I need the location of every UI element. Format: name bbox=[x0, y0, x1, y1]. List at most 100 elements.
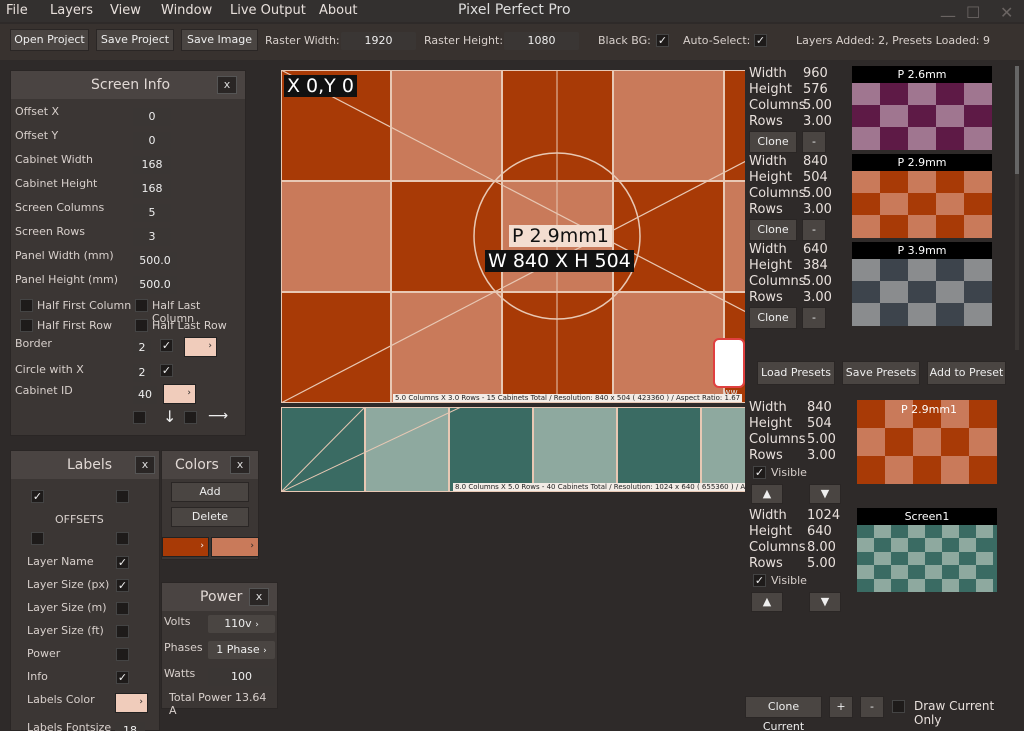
layer-p29[interactable]: X 0,Y 0 P 2.9mm1 W 840 X H 504 5.0 Colum… bbox=[281, 70, 745, 403]
screen-columns-input[interactable]: 5 bbox=[133, 204, 171, 222]
cabinet-width-input[interactable]: 168 bbox=[133, 156, 171, 174]
screen-info-close-button[interactable]: x bbox=[217, 76, 237, 94]
preset-2-rows: 3.00 bbox=[803, 202, 832, 217]
preset-1-thumbnail[interactable]: P 2.6mm bbox=[852, 66, 992, 150]
preset-2-thumbnail[interactable]: P 2.9mm bbox=[852, 154, 992, 238]
preset-3-columns-label: Columns bbox=[749, 274, 806, 289]
minimize-icon[interactable]: — bbox=[940, 6, 956, 25]
border-color-swatch[interactable]: › bbox=[184, 337, 217, 357]
power-close-button[interactable]: x bbox=[249, 588, 269, 606]
layout-canvas[interactable]: 8.0 Columns X 5.0 Rows - 40 Cabinets Tot… bbox=[281, 70, 745, 492]
remove-layer-button[interactable]: - bbox=[860, 696, 884, 718]
preset-3-clone-button[interactable]: Clone bbox=[749, 307, 797, 329]
black-bg-checkbox[interactable]: ✓ bbox=[656, 34, 669, 47]
panel-width-input[interactable]: 500.0 bbox=[133, 252, 177, 270]
save-image-button[interactable]: Save Image bbox=[181, 29, 258, 51]
power-checkbox[interactable] bbox=[116, 648, 129, 661]
layer-1-up-button[interactable]: ▲ bbox=[751, 484, 783, 504]
info-checkbox[interactable]: ✓ bbox=[116, 671, 129, 684]
presets-scroll-thumb[interactable] bbox=[1015, 66, 1019, 174]
offset-y-input[interactable]: 0 bbox=[133, 132, 171, 150]
layer-2-height-label: Height bbox=[749, 524, 792, 539]
menu-view[interactable]: View bbox=[110, 3, 141, 18]
layer-1-rows-label: Rows bbox=[749, 448, 783, 463]
border-input[interactable]: 2 bbox=[133, 339, 151, 357]
preset-1-remove-button[interactable]: - bbox=[802, 131, 826, 153]
offset-y-label: Offset Y bbox=[15, 129, 59, 142]
layer-2-visible-checkbox[interactable]: ✓ bbox=[753, 574, 766, 587]
layer-size-m-label: Layer Size (m) bbox=[27, 601, 107, 614]
border-checkbox[interactable]: ✓ bbox=[160, 339, 173, 352]
maximize-icon[interactable]: ☐ bbox=[966, 3, 980, 22]
preset-2-remove-button[interactable]: - bbox=[802, 219, 826, 241]
offsets-checkbox-4[interactable] bbox=[116, 532, 129, 545]
layer-size-m-checkbox[interactable] bbox=[116, 602, 129, 615]
add-layer-button[interactable]: + bbox=[829, 696, 853, 718]
menu-window[interactable]: Window bbox=[161, 3, 212, 18]
open-project-button[interactable]: Open Project bbox=[10, 29, 89, 51]
layer-1-thumbnail[interactable]: P 2.9mm1 bbox=[857, 400, 997, 484]
offsets-checkbox-2[interactable] bbox=[116, 490, 129, 503]
labels-color-swatch[interactable]: › bbox=[115, 693, 148, 713]
preset-3-remove-button[interactable]: - bbox=[802, 307, 826, 329]
panel-height-input[interactable]: 500.0 bbox=[133, 276, 177, 294]
watts-input[interactable]: 100 bbox=[208, 668, 275, 686]
circle-checkbox[interactable]: ✓ bbox=[160, 364, 173, 377]
phases-select[interactable]: 1 Phase › bbox=[208, 641, 275, 659]
half-last-column-checkbox[interactable] bbox=[135, 299, 148, 312]
auto-select-checkbox[interactable]: ✓ bbox=[754, 34, 767, 47]
half-last-row-checkbox[interactable] bbox=[135, 319, 148, 332]
layer-name-checkbox[interactable]: ✓ bbox=[116, 556, 129, 569]
cabinet-id-color-swatch[interactable]: › bbox=[163, 384, 196, 404]
raster-height-input[interactable]: 1080 bbox=[504, 32, 579, 50]
preset-3-rows-label: Rows bbox=[749, 290, 783, 305]
layer-1-down-button[interactable]: ▼ bbox=[809, 484, 841, 504]
cabinet-id-input[interactable]: 40 bbox=[133, 386, 157, 404]
color-swatch-2[interactable]: › bbox=[211, 537, 259, 557]
offsets-checkbox-1[interactable]: ✓ bbox=[31, 490, 44, 503]
preset-1-clone-button[interactable]: Clone bbox=[749, 131, 797, 153]
layer-2-down-button[interactable]: ▼ bbox=[809, 592, 841, 612]
add-color-button[interactable]: Add bbox=[171, 482, 249, 502]
delete-color-button[interactable]: Delete bbox=[171, 507, 249, 527]
volts-select[interactable]: 110v › bbox=[208, 615, 275, 633]
preset-3-thumbnail[interactable]: P 3.9mm bbox=[852, 242, 992, 326]
menu-about[interactable]: About bbox=[319, 3, 357, 18]
layer-screen1[interactable]: 8.0 Columns X 5.0 Rows - 40 Cabinets Tot… bbox=[281, 407, 745, 492]
raster-width-input[interactable]: 1920 bbox=[341, 32, 416, 50]
draw-current-only-checkbox[interactable] bbox=[892, 700, 905, 713]
load-presets-button[interactable]: Load Presets bbox=[757, 361, 835, 385]
layer-2-up-button[interactable]: ▲ bbox=[751, 592, 783, 612]
offset-x-input[interactable]: 0 bbox=[133, 108, 171, 126]
color-swatch-1[interactable]: › bbox=[162, 537, 209, 557]
colors-close-button[interactable]: x bbox=[230, 456, 250, 474]
layer-size-ft-checkbox[interactable] bbox=[116, 625, 129, 638]
direction-right-checkbox[interactable] bbox=[184, 411, 197, 424]
layer-size-px-checkbox[interactable]: ✓ bbox=[116, 579, 129, 592]
half-first-row-checkbox[interactable] bbox=[20, 319, 33, 332]
screen-rows-input[interactable]: 3 bbox=[133, 228, 171, 246]
add-to-preset-button[interactable]: Add to Preset bbox=[927, 361, 1006, 385]
phases-value: 1 Phase bbox=[216, 643, 260, 656]
circle-input[interactable]: 2 bbox=[133, 364, 151, 382]
layer-1-height-label: Height bbox=[749, 416, 792, 431]
labels-fontsize-input[interactable]: 18 bbox=[115, 722, 145, 731]
direction-down-checkbox[interactable] bbox=[133, 411, 146, 424]
clone-current-button[interactable]: Clone Current bbox=[745, 696, 822, 731]
layer-1-columns-label: Columns bbox=[749, 432, 806, 447]
menu-file[interactable]: File bbox=[6, 3, 28, 18]
offsets-checkbox-3[interactable] bbox=[31, 532, 44, 545]
layer-2-thumbnail[interactable]: Screen1 bbox=[857, 508, 997, 592]
menu-layers[interactable]: Layers bbox=[50, 3, 93, 18]
close-icon[interactable]: ✕ bbox=[1000, 3, 1013, 22]
menu-live-output[interactable]: Live Output bbox=[230, 3, 306, 18]
half-first-column-checkbox[interactable] bbox=[20, 299, 33, 312]
save-project-button[interactable]: Save Project bbox=[96, 29, 174, 51]
screen-columns-label: Screen Columns bbox=[15, 201, 105, 214]
preset-2-clone-button[interactable]: Clone bbox=[749, 219, 797, 241]
half-last-row-label: Half Last Row bbox=[152, 319, 227, 332]
layer-1-visible-checkbox[interactable]: ✓ bbox=[753, 466, 766, 479]
labels-close-button[interactable]: x bbox=[135, 456, 155, 474]
cabinet-height-input[interactable]: 168 bbox=[133, 180, 171, 198]
save-presets-button[interactable]: Save Presets bbox=[842, 361, 920, 385]
